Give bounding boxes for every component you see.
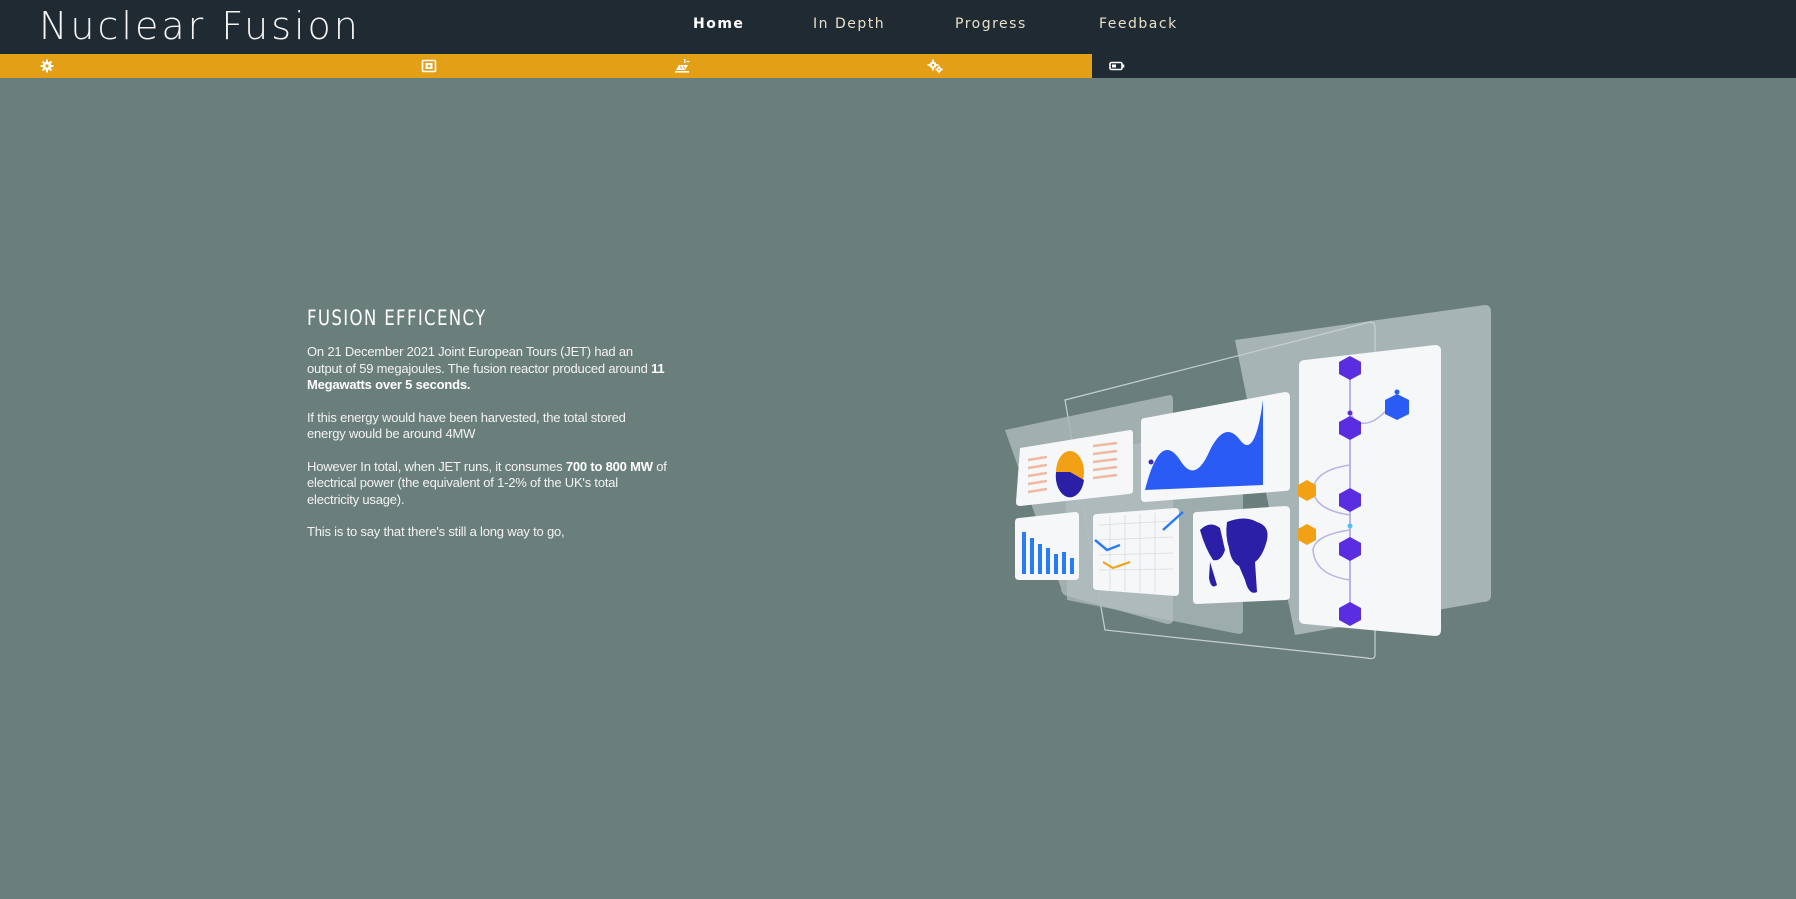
nav-progress-link[interactable]: Progress [955, 16, 1027, 32]
battery-icon[interactable] [1109, 58, 1125, 74]
site-title: Nuclear Fusion [39, 4, 361, 48]
paragraph-consumption: However In total, when JET runs, it cons… [307, 458, 667, 507]
section-title: FUSION EFFICENCY [307, 306, 487, 330]
paragraph-jet-output: On 21 December 2021 Joint European Tours… [307, 344, 665, 392]
radiation-box-icon[interactable] [421, 58, 437, 74]
main-content: FUSION EFFICENCY On 21 December 2021 Joi… [307, 306, 667, 557]
gear-icon[interactable] [39, 58, 55, 74]
paragraph-stored-energy: If this energy would have been harvested… [307, 409, 626, 442]
gears-icon[interactable] [927, 58, 943, 74]
nav-feedback-link[interactable]: Feedback [1099, 16, 1178, 32]
dashboard-illustration [995, 300, 1495, 660]
nav-in-depth-link[interactable]: In Depth [813, 16, 885, 32]
top-header: Nuclear Fusion Home In Depth Progress Fe… [0, 0, 1796, 54]
icon-toolbar-dark [1092, 54, 1796, 78]
solar-panel-icon[interactable] [674, 58, 690, 74]
paragraph-conclusion: This is to say that there's still a long… [307, 524, 565, 539]
icon-toolbar [0, 54, 1092, 78]
nav-home-link[interactable]: Home [693, 16, 744, 32]
